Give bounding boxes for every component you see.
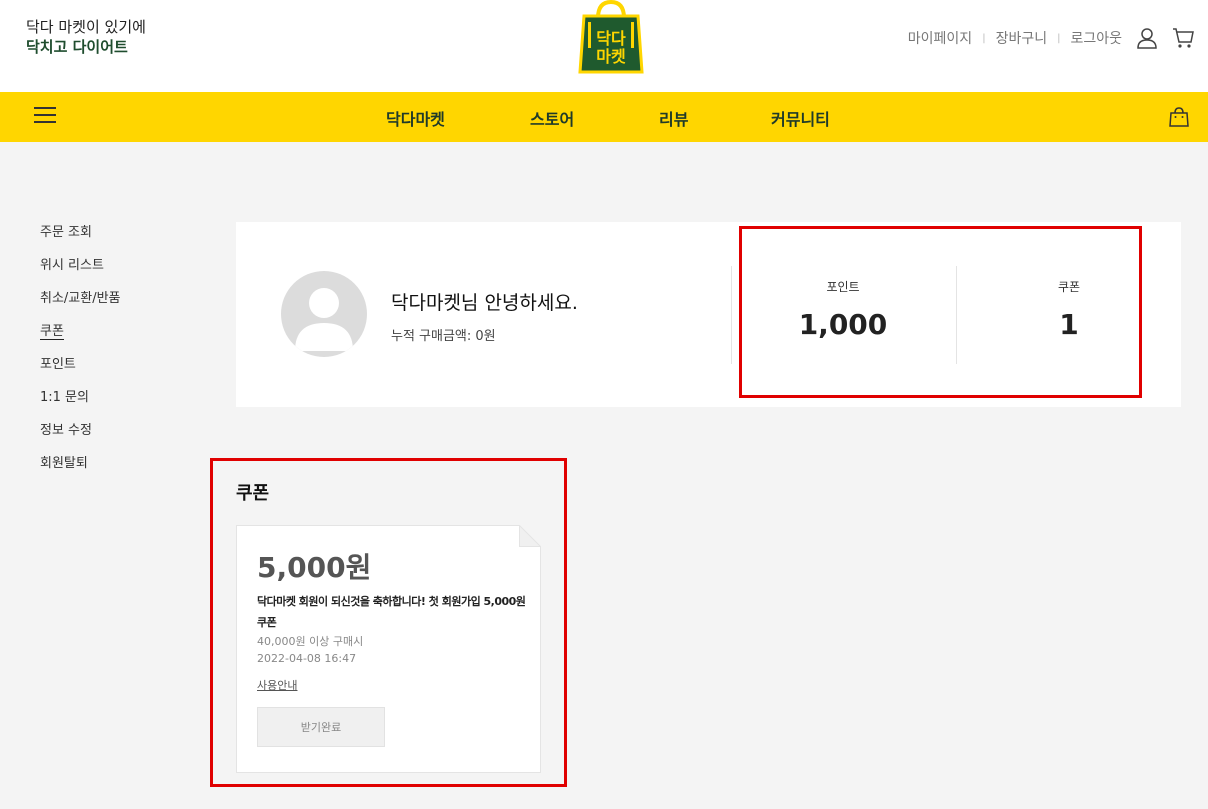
user-icon[interactable] bbox=[1134, 25, 1160, 51]
main-nav: 닥다마켓 스토어 리뷰 커뮤니티 bbox=[0, 92, 1208, 142]
point-stat[interactable]: 포인트 1,000 bbox=[753, 278, 933, 341]
coupon-guide-link[interactable]: 사용안내 bbox=[257, 677, 297, 693]
logo-text-bottom: 마켓 bbox=[596, 47, 626, 66]
logo[interactable]: 닥다 마켓 bbox=[576, 0, 646, 76]
divider bbox=[731, 266, 732, 364]
top-header: 닥다 마켓이 있기에 닥치고 다이어트 닥다 마켓 마이페이지 | 장바구니 |… bbox=[0, 0, 1208, 92]
sidebar-item-label: 1:1 문의 bbox=[40, 390, 89, 405]
logo-bag-icon: 닥다 마켓 bbox=[578, 0, 644, 74]
slogan-line1: 닥다 마켓이 있기에 bbox=[26, 18, 146, 36]
coupon-corner-fold bbox=[519, 525, 541, 547]
sidebar-item-points[interactable]: 포인트 bbox=[40, 356, 121, 389]
divider bbox=[956, 266, 957, 364]
mypage-sidebar: 주문 조회 위시 리스트 취소/교환/반품 쿠폰 포인트 1:1 문의 정보 수… bbox=[40, 224, 121, 488]
profile-summary-card: 닥다마켓님 안녕하세요. 누적 구매금액: 0원 포인트 1,000 쿠폰 1 bbox=[236, 222, 1181, 407]
sidebar-item-withdraw[interactable]: 회원탈퇴 bbox=[40, 455, 121, 488]
coupon-description: 닥다마켓 회원이 되신것을 축하합니다! 첫 회원가입 5,000원쿠폰 bbox=[257, 595, 526, 629]
cart-icon[interactable] bbox=[1170, 25, 1196, 51]
coupon-amount: 5,000원 bbox=[257, 551, 372, 584]
sidebar-item-inquiry[interactable]: 1:1 문의 bbox=[40, 389, 121, 422]
coupon-received-button[interactable]: 받기완료 bbox=[257, 707, 385, 747]
cart-link[interactable]: 장바구니 bbox=[996, 28, 1048, 48]
logo-text-top: 닥다 bbox=[596, 29, 626, 48]
point-value: 1,000 bbox=[798, 308, 888, 341]
logout-link[interactable]: 로그아웃 bbox=[1070, 28, 1122, 48]
sidebar-item-label: 주문 조회 bbox=[40, 225, 92, 240]
sidebar-item-wishlist[interactable]: 위시 리스트 bbox=[40, 257, 121, 290]
sidebar-item-label: 회원탈퇴 bbox=[40, 456, 88, 471]
sidebar-item-label: 위시 리스트 bbox=[40, 258, 104, 273]
shopping-bag-icon[interactable] bbox=[1168, 106, 1190, 128]
slogan: 닥다 마켓이 있기에 닥치고 다이어트 bbox=[26, 17, 146, 57]
point-label: 포인트 bbox=[826, 280, 860, 294]
sidebar-item-coupon[interactable]: 쿠폰 bbox=[40, 323, 121, 356]
coupon-section-title: 쿠폰 bbox=[236, 483, 270, 504]
total-purchase-amount: 누적 구매금액: 0원 bbox=[391, 329, 496, 344]
coupon-date: 2022-04-08 16:47 bbox=[257, 652, 357, 665]
divider: | bbox=[982, 32, 986, 44]
sidebar-item-label: 포인트 bbox=[40, 357, 76, 372]
nav-dakda-market[interactable]: 닥다마켓 bbox=[386, 106, 445, 130]
sidebar-item-label: 취소/교환/반품 bbox=[40, 291, 121, 306]
coupon-label: 쿠폰 bbox=[1057, 280, 1081, 294]
top-links: 마이페이지 | 장바구니 | 로그아웃 bbox=[908, 26, 1208, 50]
greeting-text: 닥다마켓님 안녕하세요. bbox=[391, 292, 578, 314]
avatar bbox=[281, 271, 367, 357]
divider: | bbox=[1057, 32, 1061, 44]
sidebar-item-label: 정보 수정 bbox=[40, 423, 92, 438]
nav-review[interactable]: 리뷰 bbox=[659, 106, 688, 130]
nav-store[interactable]: 스토어 bbox=[530, 106, 574, 130]
coupon-stat[interactable]: 쿠폰 1 bbox=[979, 278, 1159, 341]
coupon-condition: 40,000원 이상 구매시 bbox=[257, 635, 364, 648]
slogan-line2: 닥치고 다이어트 bbox=[26, 38, 128, 56]
sidebar-item-orders[interactable]: 주문 조회 bbox=[40, 224, 121, 257]
coupon-count: 1 bbox=[1059, 308, 1079, 341]
coupon-card: 5,000원 닥다마켓 회원이 되신것을 축하합니다! 첫 회원가입 5,000… bbox=[236, 525, 541, 773]
sidebar-item-edit-info[interactable]: 정보 수정 bbox=[40, 422, 121, 455]
nav-community[interactable]: 커뮤니티 bbox=[771, 106, 830, 130]
sidebar-item-label: 쿠폰 bbox=[40, 324, 64, 340]
sidebar-item-cancel-exchange-return[interactable]: 취소/교환/반품 bbox=[40, 290, 121, 323]
mypage-link[interactable]: 마이페이지 bbox=[908, 28, 972, 48]
